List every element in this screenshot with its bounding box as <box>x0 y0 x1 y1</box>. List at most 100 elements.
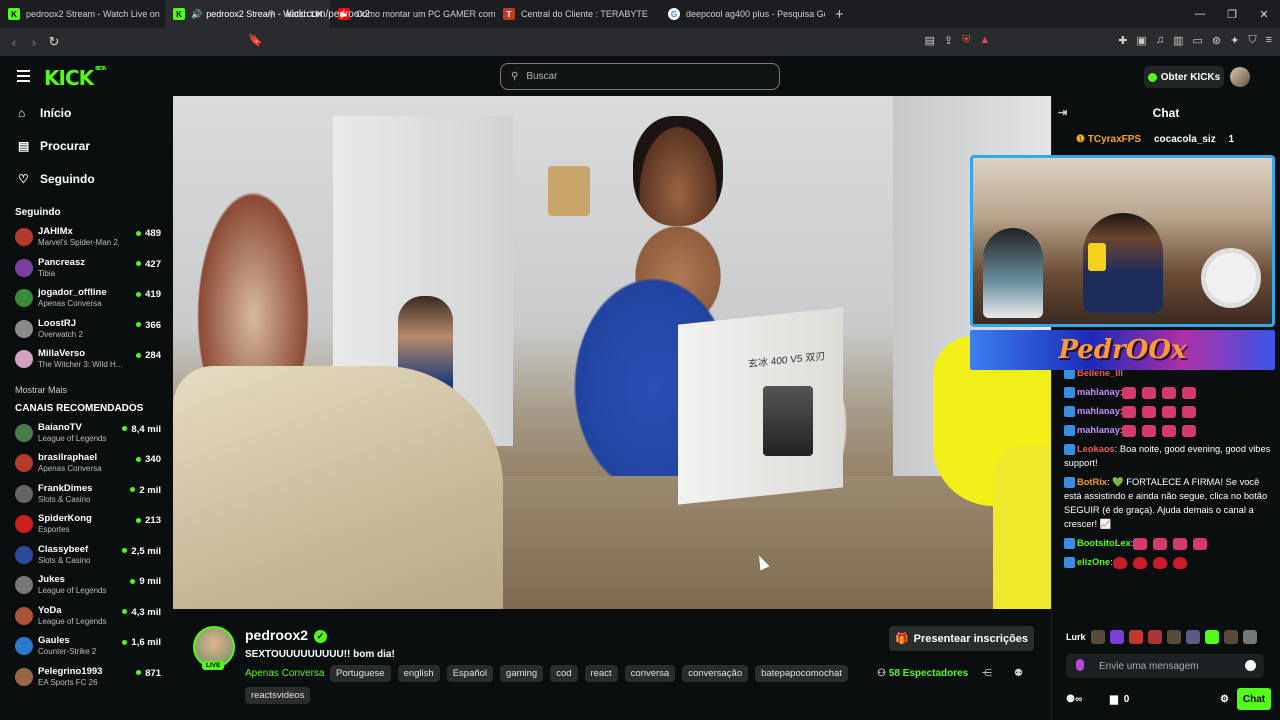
extensions-icon[interactable]: ✚ <box>1118 34 1127 47</box>
chat-message-input[interactable]: Envie uma mensagem <box>1066 654 1264 678</box>
channel-item[interactable]: Jukes League of Legends 9 mil <box>0 570 172 601</box>
collapse-chat-icon[interactable]: ⇥ <box>1058 106 1067 119</box>
sub-badge-icon <box>1064 425 1075 437</box>
ai-icon[interactable]: ✦ <box>1230 34 1239 47</box>
channel-item[interactable]: Pancreasz Tibia 427 <box>0 253 172 284</box>
search-input[interactable]: ⚲ Buscar <box>500 63 780 90</box>
stream-tag[interactable]: english <box>397 665 440 682</box>
shield-icon[interactable]: ⛉ <box>1248 34 1256 47</box>
share-page-icon[interactable]: ⇪ <box>944 34 953 47</box>
reload-icon[interactable]: ↻ <box>44 34 64 50</box>
emote-icon[interactable] <box>1204 630 1219 644</box>
ai-assistant-icon[interactable]: ⚉∞ <box>1066 694 1082 705</box>
top-gifter[interactable]: ❶ TCyraxFPS <box>1076 134 1141 145</box>
stream-tag[interactable]: Español <box>446 665 494 682</box>
user-avatar[interactable] <box>1230 67 1250 87</box>
share-icon[interactable]: ⋲ <box>982 668 992 679</box>
channel-item[interactable]: Gaules Counter-Strike 2 1,6 mil <box>0 631 172 662</box>
sidebar-icon[interactable]: ▥ <box>1173 34 1183 47</box>
chat-message: BotRix: 💚 FORTALECE A FIRMA! Se você est… <box>1064 475 1276 531</box>
chat-username[interactable]: BootsitoLex <box>1077 538 1131 548</box>
channel-item[interactable]: brasilraphael Apenas Conversa 340 <box>0 448 172 479</box>
channel-viewers: 8,4 mil <box>122 424 161 435</box>
chat-username[interactable]: mahlanay <box>1077 425 1120 435</box>
maximize-icon[interactable]: ❐ <box>1216 8 1248 21</box>
chat-username[interactable]: elizOne <box>1077 557 1110 567</box>
emote-icon[interactable] <box>1166 630 1181 644</box>
url-field[interactable]: ⚲ kick.com/pedroox2 <box>268 4 988 24</box>
emote-icon[interactable] <box>1109 630 1124 644</box>
stream-tag[interactable]: conversa <box>624 665 676 682</box>
chat-send-button[interactable]: Chat <box>1237 688 1271 710</box>
chat-username[interactable]: mahlanay <box>1077 406 1120 416</box>
minimize-icon[interactable]: — <box>1184 8 1216 20</box>
stream-tag[interactable]: batepapocomochat <box>755 665 848 682</box>
site-info-icon[interactable]: ⚲ <box>268 9 275 20</box>
get-kicks-button[interactable]: Obter KICKs <box>1144 66 1224 88</box>
stream-category-link[interactable]: Apenas Conversa <box>245 668 325 679</box>
chat-username[interactable]: Leokaos <box>1077 444 1115 454</box>
gift-subs-button[interactable]: 🎁 Presentear inscrições <box>889 626 1034 651</box>
chat-input-placeholder: Envie uma mensagem <box>1099 660 1199 672</box>
stream-tag[interactable]: gaming <box>500 665 544 682</box>
reader-icon[interactable]: ▤ <box>924 34 934 47</box>
channel-item[interactable]: Classybeef Slots & Casino 2,5 mil <box>0 540 172 571</box>
browse-icon: ▤ <box>18 138 30 153</box>
follow-user-icon[interactable]: ⚉ <box>1014 668 1023 679</box>
show-more-link[interactable]: Mostrar Mais <box>0 375 172 403</box>
browser-tab[interactable]: K pedroox2 Stream - Watch Live on <box>0 0 165 28</box>
channel-category: Slots & Casino <box>38 555 91 565</box>
chat-username[interactable]: BotRix <box>1077 477 1107 487</box>
channel-item[interactable]: SpiderKong Esportes 213 <box>0 509 172 540</box>
stream-tag[interactable]: reactsvideos <box>245 687 311 704</box>
channel-category: League of Legends <box>38 586 107 595</box>
emote-icon[interactable] <box>1147 630 1162 644</box>
brave-shield-icon[interactable]: ⛨ <box>962 34 970 47</box>
sidebar-nav-following[interactable]: ♡ Seguindo <box>0 162 172 195</box>
rewards-icon[interactable]: ▲ <box>979 34 990 47</box>
channel-item[interactable]: Pelegrino1993 EA Sports FC 26 871 <box>0 662 172 693</box>
channel-item[interactable]: LoostRJ Overwatch 2 366 <box>0 314 172 345</box>
emoji-picker-icon[interactable] <box>1245 660 1256 671</box>
webcam-overlay <box>970 155 1275 327</box>
emote-icon[interactable] <box>1242 630 1257 644</box>
audio-icon[interactable]: 🔊 <box>191 9 202 20</box>
bookmark-icon[interactable]: 🔖 <box>248 33 263 47</box>
channel-item[interactable]: JAHIMx Marvel's Spider-Man 2 489 <box>0 222 172 253</box>
emote-icon[interactable] <box>1090 630 1105 644</box>
emote-icon[interactable] <box>1128 630 1143 644</box>
stream-tag[interactable]: react <box>584 665 618 682</box>
channel-item[interactable]: jogador_offline Apenas Conversa 419 <box>0 283 172 314</box>
close-icon[interactable]: ✕ <box>1248 8 1280 21</box>
menu-icon[interactable]: ≡ <box>1266 34 1272 47</box>
kick-logo[interactable]: KICK BETA <box>44 66 106 90</box>
sidebar-nav-browse[interactable]: ▤ Procurar <box>0 129 172 162</box>
vpn-icon[interactable]: ⊛ <box>1212 34 1221 47</box>
back-icon[interactable]: ‹ <box>4 35 24 50</box>
sidebar-nav-home[interactable]: ⌂ Início <box>0 96 172 129</box>
channel-item[interactable]: MillaVerso The Witcher 3: Wild H... 284 <box>0 344 172 375</box>
streamer-name[interactable]: pedroox2 ✓ <box>245 627 328 643</box>
screenshot-icon[interactable]: ▣ <box>1136 34 1146 47</box>
get-kicks-label: Obter KICKs <box>1160 71 1221 83</box>
mic-icon[interactable] <box>1076 659 1084 671</box>
channel-item[interactable]: YoDa League of Legends 4,3 mil <box>0 601 172 632</box>
emote-icon[interactable] <box>1223 630 1238 644</box>
stream-tag[interactable]: conversação <box>682 665 749 682</box>
gift-icon: 🎁 <box>894 633 909 645</box>
chat-settings-icon[interactable]: ⚙ <box>1220 694 1229 705</box>
top-gifter[interactable]: cocacola_siz 1 <box>1154 134 1234 145</box>
forward-icon[interactable]: › <box>24 35 44 50</box>
video-player[interactable]: 玄冰 400 V5 双刃 <box>173 96 1051 609</box>
wallet-icon[interactable]: ▭ <box>1192 34 1202 47</box>
emote-icon[interactable] <box>1185 630 1200 644</box>
emote-icon <box>1142 386 1157 399</box>
channel-item[interactable]: BaianoTV League of Legends 8,4 mil <box>0 418 172 449</box>
stream-tag[interactable]: cod <box>550 665 578 682</box>
media-icon[interactable]: ♫ <box>1156 34 1164 47</box>
channel-item[interactable]: FrankDimes Slots & Casino 2 mil <box>0 479 172 510</box>
chat-username[interactable]: mahlanay <box>1077 387 1120 397</box>
chat-message: mahlanay: <box>1064 385 1276 399</box>
stream-tag[interactable]: Portuguese <box>330 665 391 682</box>
hamburger-menu-icon[interactable] <box>17 70 30 85</box>
